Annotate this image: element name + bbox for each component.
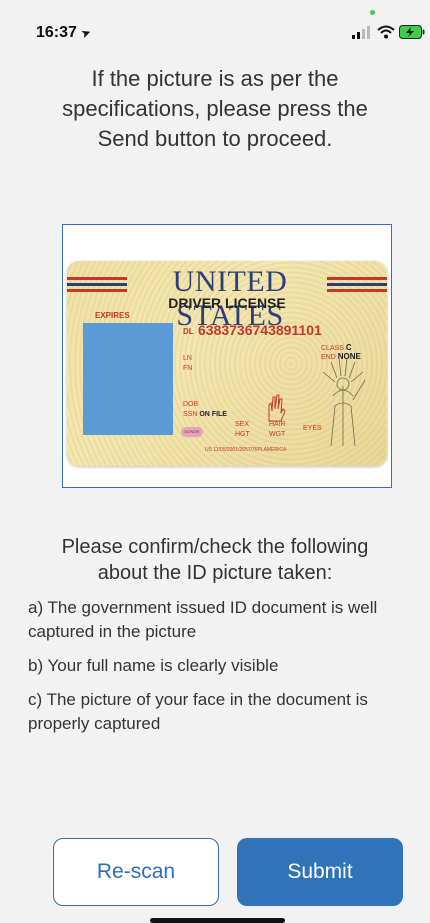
flag-stripe — [67, 283, 127, 286]
id-card-image: UNITED STATES DRIVER LICENSE EXPIRES DL … — [67, 261, 387, 466]
checklist-item: a) The government issued ID document is … — [28, 598, 378, 641]
status-time-text: 16:37 — [36, 24, 77, 41]
location-arrow-icon: ➤ — [78, 24, 94, 42]
home-indicator[interactable] — [150, 918, 285, 923]
hgt-label: HGT — [235, 431, 250, 438]
camera-in-use-indicator — [370, 10, 375, 15]
card-subtitle: DRIVER LICENSE — [168, 295, 286, 311]
fn-label: FN — [183, 365, 193, 372]
flag-stripe — [327, 277, 387, 280]
statue-of-liberty-icon — [322, 357, 366, 446]
id-photo-placeholder — [83, 323, 173, 435]
dl-label: DL — [183, 327, 194, 336]
submit-button[interactable]: Submit — [237, 838, 403, 906]
flag-stripe — [67, 289, 127, 292]
dl-number: 6383736743891101 — [198, 322, 322, 338]
battery-charging-icon — [399, 25, 425, 39]
checklist-item: b) Your full name is clearly visible — [28, 656, 279, 675]
flag-stripe — [67, 277, 127, 280]
card-bottom-code: US 11/05/2001/2657/76PLAMERICA — [205, 447, 287, 453]
status-bar: 16:37 ➤ — [0, 0, 430, 60]
rescan-button[interactable]: Re-scan — [53, 838, 219, 906]
ssn-field: SSN ON FILE — [183, 411, 227, 418]
wgt-label: WGT — [269, 431, 286, 438]
confirmation-checklist: a) The government issued ID document is … — [28, 596, 408, 746]
ln-label: LN — [183, 355, 192, 362]
class-value: C — [345, 343, 352, 352]
id-preview-frame: UNITED STATES DRIVER LICENSE EXPIRES DL … — [62, 224, 392, 488]
signal-icon — [352, 26, 370, 39]
checklist-item: c) The picture of your face in the docum… — [28, 690, 368, 733]
wifi-icon — [377, 25, 395, 39]
sex-label: SEX — [235, 421, 250, 428]
instruction-text: If the picture is as per the specificati… — [62, 66, 368, 151]
dob-label: DOB — [183, 401, 199, 408]
class-label: CLASS — [321, 345, 344, 352]
flag-stripe — [327, 289, 387, 292]
ssn-value: ON FILE — [199, 411, 227, 418]
confirm-title: Please confirm/check the following about… — [61, 536, 369, 584]
flag-stripe — [327, 283, 387, 286]
donor-badge: DONOR — [181, 427, 203, 437]
status-time: 16:37 ➤ — [36, 24, 94, 42]
card-expires-label: EXPIRES — [95, 311, 130, 320]
ssn-label: SSN — [183, 411, 198, 418]
hand-hologram-icon — [268, 394, 286, 422]
hair-label: HAIR — [269, 421, 286, 428]
